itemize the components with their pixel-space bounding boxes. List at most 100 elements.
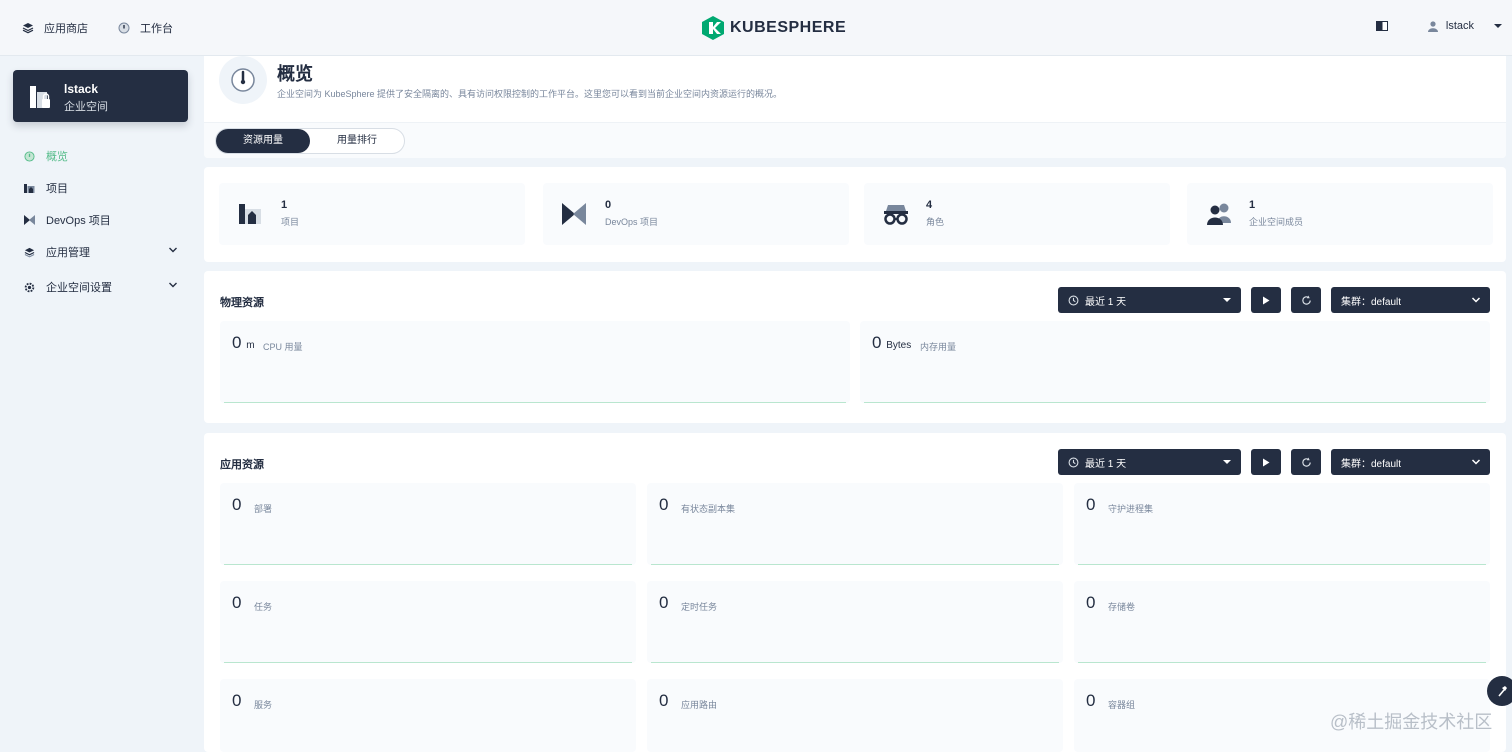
- layout-toggle-icon[interactable]: [1375, 21, 1388, 31]
- workspace-icon: [30, 86, 50, 108]
- stat-label: DevOps 项目: [605, 217, 659, 227]
- play-button[interactable]: [1251, 449, 1281, 475]
- cluster-select[interactable]: 集群：default: [1331, 449, 1490, 475]
- kubesphere-logo[interactable]: KUBESPHERE: [702, 16, 846, 40]
- stat-devops[interactable]: 0 DevOps 项目: [543, 183, 849, 245]
- devops-icon: [562, 203, 586, 225]
- metric-chart-line: [224, 662, 632, 663]
- metric-cpu: 0 m CPU 用量: [220, 321, 850, 403]
- tab-resource-usage[interactable]: 资源用量: [216, 129, 310, 153]
- metric-cronjobs: 0 定时任务: [647, 581, 1063, 663]
- user-menu[interactable]: lstack: [1427, 20, 1504, 32]
- sidebar-item-devops[interactable]: DevOps 项目: [22, 204, 188, 236]
- metric-label: 应用路由: [681, 700, 718, 710]
- sidebar-item-overview[interactable]: 概览: [22, 140, 188, 172]
- metric-value: 0: [1086, 593, 1096, 612]
- cluster-select[interactable]: 集群：default: [1331, 287, 1490, 313]
- username: lstack: [1445, 20, 1474, 32]
- workbench-link[interactable]: 工作台: [118, 20, 173, 36]
- metric-label: 服务: [254, 700, 273, 710]
- metric-label: 任务: [254, 602, 273, 612]
- app-store-icon: [22, 23, 34, 34]
- metric-deployments: 0 部署: [220, 483, 636, 565]
- metric-label: 有状态副本集: [681, 504, 736, 514]
- app-store-link[interactable]: 应用商店: [22, 20, 88, 36]
- stat-label: 企业空间成员: [1249, 217, 1304, 227]
- tab-group: 资源用量 用量排行: [215, 128, 405, 154]
- overview-header: 概览 企业空间为 KubeSphere 提供了安全隔离的、具有访问权限控制的工作…: [204, 56, 1506, 158]
- time-range-select[interactable]: 最近 1 天: [1058, 287, 1241, 313]
- workspace-card[interactable]: lstack 企业空间: [13, 70, 188, 122]
- project-icon: [239, 204, 261, 224]
- cluster-value: 集群：default: [1341, 296, 1402, 308]
- sidebar-item-label: 应用管理: [46, 247, 90, 259]
- stat-value: 4: [926, 199, 933, 211]
- role-icon: [884, 205, 908, 225]
- members-icon: [1207, 203, 1231, 225]
- caret-down-icon: [1223, 460, 1231, 464]
- metric-chart-line: [651, 564, 1059, 565]
- tab-usage-ranking[interactable]: 用量排行: [310, 129, 404, 153]
- sidebar-item-app-management[interactable]: 应用管理: [22, 236, 188, 268]
- clock-icon: [1068, 295, 1079, 305]
- metric-chart-line: [1078, 564, 1486, 565]
- stat-value: 1: [281, 199, 288, 211]
- toolbox-button[interactable]: [1487, 676, 1512, 706]
- stat-roles[interactable]: 4 角色: [864, 183, 1170, 245]
- sidebar-item-projects[interactable]: 项目: [22, 172, 188, 204]
- refresh-icon: [1301, 456, 1311, 467]
- metric-statefulsets: 0 有状态副本集: [647, 483, 1063, 565]
- app-manage-icon: [22, 245, 36, 259]
- stat-members[interactable]: 1 企业空间成员: [1187, 183, 1493, 245]
- devops-icon: [22, 213, 36, 227]
- sidebar-item-label: 概览: [46, 151, 68, 163]
- stat-value: 1: [1249, 199, 1256, 211]
- hammer-icon: [1498, 686, 1507, 697]
- metric-value: 0: [1086, 691, 1096, 710]
- app-controls: 最近 1 天 集群：default: [1058, 449, 1490, 475]
- sidebar-item-label: 企业空间设置: [46, 282, 112, 294]
- physical-controls: 最近 1 天 集群：default: [1058, 287, 1490, 313]
- metric-chart-line: [651, 662, 1059, 663]
- stat-projects[interactable]: 1 项目: [219, 183, 525, 245]
- section-title: 物理资源: [220, 297, 264, 309]
- overview-icon: [22, 149, 36, 163]
- refresh-button[interactable]: [1291, 287, 1321, 313]
- page-description: 企业空间为 KubeSphere 提供了安全隔离的、具有访问权限控制的工作平台。…: [277, 89, 783, 99]
- app-store-label: 应用商店: [44, 23, 88, 35]
- chevron-down-icon: [1471, 297, 1481, 303]
- metric-daemonsets: 0 守护进程集: [1074, 483, 1490, 565]
- app-resources-card: 应用资源 最近 1 天 集群：default 0 部署 0 有状态副本集 0 守…: [204, 433, 1506, 752]
- play-button[interactable]: [1251, 287, 1281, 313]
- chevron-down-icon: [169, 247, 177, 253]
- metric-label: 内存用量: [920, 342, 957, 352]
- metric-value: 0: [659, 593, 669, 612]
- clock-icon: [1068, 457, 1079, 467]
- time-range-select[interactable]: 最近 1 天: [1058, 449, 1241, 475]
- project-icon: [22, 181, 36, 195]
- metric-memory: 0 Bytes 内存用量: [860, 321, 1490, 403]
- metric-value: 0: [1086, 495, 1096, 514]
- sidebar-item-label: 项目: [46, 183, 68, 195]
- sidebar-item-label: DevOps 项目: [46, 215, 111, 227]
- stat-label: 角色: [926, 217, 945, 227]
- watermark: @稀土掘金技术社区: [1330, 712, 1493, 732]
- metric-volumes: 0 存储卷: [1074, 581, 1490, 663]
- tabs-bar: 资源用量 用量排行: [204, 122, 1506, 158]
- user-icon: [1427, 20, 1438, 32]
- metric-label: 部署: [254, 504, 273, 514]
- time-range-value: 最近 1 天: [1085, 296, 1127, 308]
- refresh-button[interactable]: [1291, 449, 1321, 475]
- metric-chart-line: [1078, 662, 1486, 663]
- metric-label: 存储卷: [1108, 602, 1136, 612]
- caret-down-icon: [1494, 24, 1502, 28]
- time-range-value: 最近 1 天: [1085, 458, 1127, 470]
- workspace-stats: 1 项目 0 DevOps 项目 4 角色 1 企业空间成员: [204, 167, 1506, 262]
- stat-label: 项目: [281, 217, 300, 227]
- top-navbar: 应用商店 工作台 KUBESPHERE lstack: [0, 0, 1512, 56]
- sidebar-item-workspace-settings[interactable]: 企业空间设置: [22, 271, 188, 303]
- metric-label: 容器组: [1108, 700, 1136, 710]
- overview-header-icon: [219, 56, 267, 104]
- workspace-type: 企业空间: [64, 101, 108, 113]
- metric-label: CPU 用量: [263, 342, 303, 352]
